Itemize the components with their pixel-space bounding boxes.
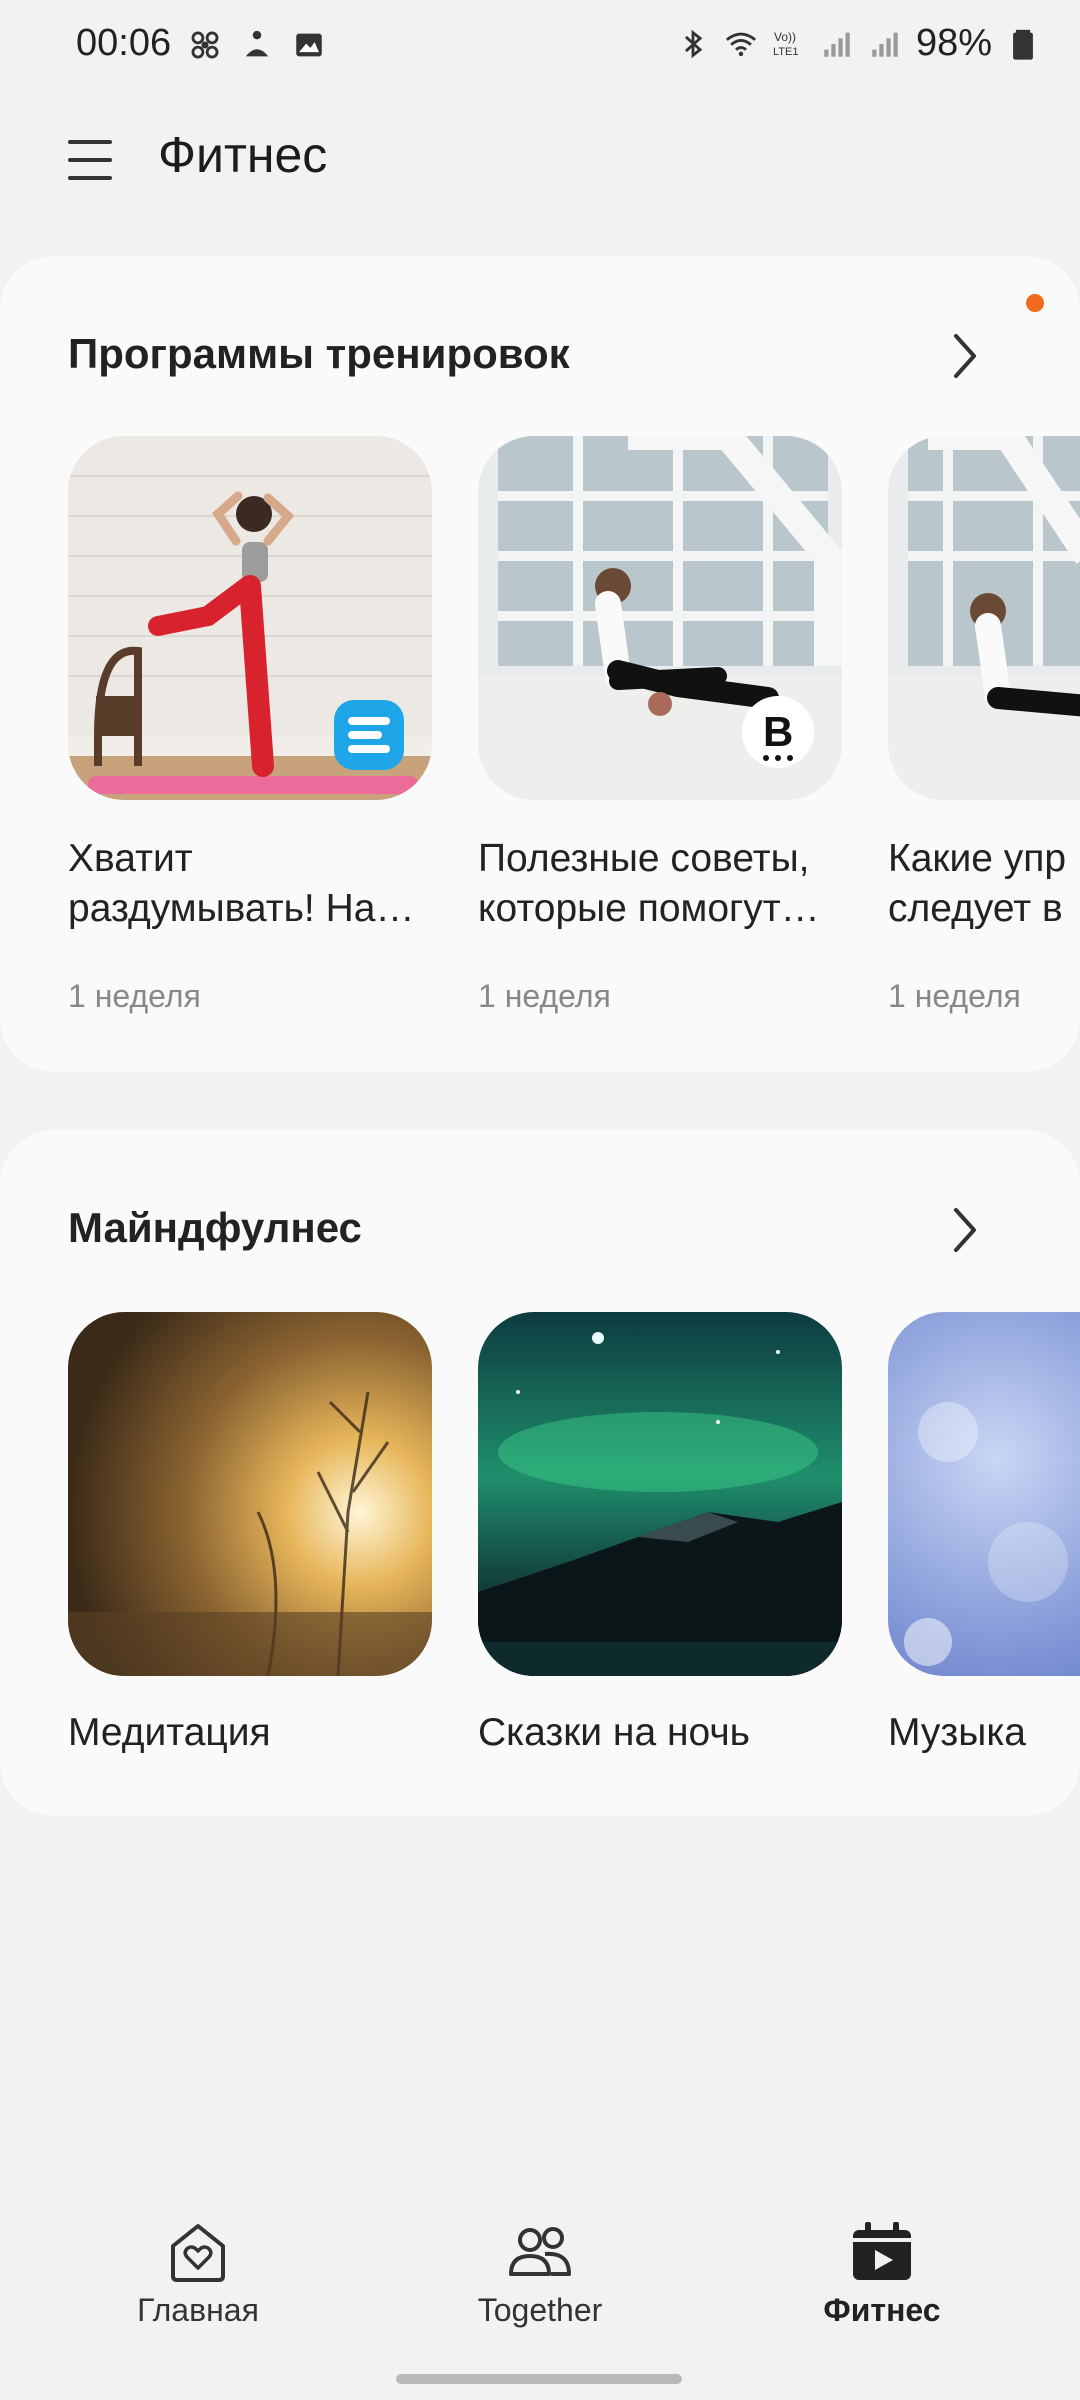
people-icon bbox=[509, 2227, 571, 2276]
program-item-title-3-line2: следует в bbox=[888, 887, 1063, 930]
status-bar: 00:06 Vo)) LTE1 98% bbox=[0, 0, 1080, 92]
image-icon bbox=[296, 33, 322, 57]
signal-1-icon bbox=[824, 32, 850, 57]
system-icons: Vo)) LTE1 98% bbox=[676, 22, 1040, 65]
nav-label-together: Together bbox=[477, 2292, 603, 2328]
new-badge-dot bbox=[1026, 294, 1044, 312]
music-label[interactable]: Музыка bbox=[888, 1708, 1080, 1758]
programs-card: Программы тренировок Хватит раздумывать!… bbox=[0, 256, 1080, 1072]
svg-text:B: B bbox=[763, 708, 793, 755]
program-thumbnail-1[interactable] bbox=[68, 436, 432, 800]
nav-label-home: Главная bbox=[137, 2292, 259, 2328]
programs-title[interactable]: Программы тренировок bbox=[68, 330, 570, 378]
signal-2-icon bbox=[872, 32, 898, 57]
battery-level: 98% bbox=[915, 22, 992, 64]
program-item-duration-1: 1 неделя bbox=[68, 978, 201, 1014]
programs-chevron-right-icon[interactable] bbox=[940, 326, 990, 386]
nav-label-fitness: Фитнес bbox=[823, 2292, 941, 2328]
program-item-title-3[interactable]: Какие упр следует в bbox=[888, 834, 1080, 934]
program-item-title-1-line2: раздумывать! На… bbox=[68, 887, 415, 930]
music-thumbnail[interactable] bbox=[888, 1312, 1080, 1676]
meditation-label[interactable]: Медитация bbox=[68, 1708, 448, 1758]
workout-photo-2: B bbox=[478, 436, 842, 800]
mindfulness-chevron-right-icon[interactable] bbox=[940, 1200, 990, 1260]
notification-icons bbox=[188, 28, 326, 62]
bluetooth-icon bbox=[684, 29, 703, 58]
fan-icon bbox=[191, 31, 219, 59]
program-item-title-3-line1: Какие упр bbox=[888, 837, 1067, 880]
program-thumbnail-2[interactable]: B bbox=[478, 436, 842, 800]
battery-icon bbox=[1013, 29, 1033, 60]
program-thumbnail-3[interactable] bbox=[888, 436, 1080, 800]
volte-icon: Vo)) LTE1 bbox=[773, 30, 798, 58]
workout-photo-3 bbox=[888, 436, 1080, 800]
program-item-title-2[interactable]: Полезные советы, которые помогут… bbox=[478, 834, 858, 934]
page-title: Фитнес bbox=[158, 127, 328, 183]
home-heart-icon bbox=[171, 2224, 225, 2282]
sleep-stories-label[interactable]: Сказки на ночь bbox=[478, 1708, 858, 1758]
home-indicator[interactable] bbox=[396, 2374, 682, 2384]
nav-item-fitness[interactable]: Фитнес bbox=[752, 2200, 1012, 2340]
program-item-title-2-line2: которые помогут… bbox=[478, 887, 820, 930]
meditation-icon bbox=[245, 30, 269, 57]
program-item-title-1[interactable]: Хватит раздумывать! На… bbox=[68, 834, 448, 934]
meditation-thumbnail[interactable] bbox=[68, 1312, 432, 1676]
program-item-title-1-line1: Хватит bbox=[68, 837, 193, 880]
svg-text:LTE1: LTE1 bbox=[773, 46, 798, 58]
wifi-icon bbox=[725, 32, 756, 56]
nav-item-home[interactable]: Главная bbox=[68, 2200, 328, 2340]
bottom-navigation: Главная Together Фитнес bbox=[0, 2200, 1080, 2340]
aurora-photo bbox=[478, 1312, 842, 1676]
program-item-duration-3: 1 неделя bbox=[888, 978, 1021, 1014]
music-photo bbox=[888, 1312, 1080, 1676]
status-time: 00:06 bbox=[76, 22, 172, 64]
calendar-play-icon bbox=[853, 2222, 911, 2280]
meditation-photo bbox=[68, 1312, 432, 1676]
app-header: Фитнес bbox=[0, 110, 1080, 210]
workout-photo-1 bbox=[68, 436, 432, 800]
sleep-stories-thumbnail[interactable] bbox=[478, 1312, 842, 1676]
mindfulness-title[interactable]: Майндфулнес bbox=[68, 1204, 362, 1252]
nav-item-together[interactable]: Together bbox=[410, 2200, 670, 2340]
program-item-duration-2: 1 неделя bbox=[478, 978, 611, 1014]
svg-text:Vo)): Vo)) bbox=[774, 30, 796, 44]
menu-icon[interactable] bbox=[64, 132, 120, 188]
program-item-title-2-line1: Полезные советы, bbox=[478, 837, 810, 880]
mindfulness-card: Майндфулнес Медитация Сказки на ночь Муз… bbox=[0, 1130, 1080, 1816]
